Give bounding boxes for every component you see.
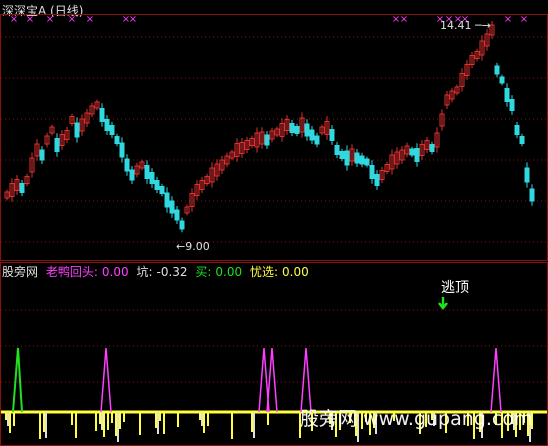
candle-body	[309, 129, 315, 141]
candle-body	[344, 150, 350, 166]
candle-body	[39, 149, 45, 161]
buy-spike	[12, 347, 23, 413]
candle-body	[169, 200, 175, 214]
candle-body	[494, 65, 500, 75]
candle-body	[529, 188, 535, 202]
candle-body	[19, 183, 25, 193]
candle-body	[369, 165, 375, 179]
arrow-down-icon	[438, 297, 448, 310]
candle-body	[339, 151, 345, 159]
candle-body	[504, 88, 510, 102]
candle-body	[99, 108, 105, 122]
signal-marker: ×	[10, 14, 18, 25]
candle-body	[149, 172, 155, 184]
escape-top-label: 逃顶	[441, 280, 469, 296]
candle-body	[429, 144, 435, 152]
signal-marker: ×	[46, 14, 54, 25]
duck-spike	[490, 347, 502, 413]
candlestick-chart[interactable]: × × × × × ×× × × × × ×× × ×	[0, 0, 548, 262]
candle-body	[409, 148, 415, 156]
price-panel[interactable]: 深深宝A (日线) × × × × × × × × × × × × × × × 14.41 ─→ ←9.00	[0, 0, 548, 262]
candle-body	[329, 129, 335, 141]
candle-body	[119, 142, 125, 158]
candle-body	[289, 123, 295, 133]
candle-body	[174, 209, 180, 221]
signal-marker: ×	[129, 14, 137, 25]
signal-marker: ×	[68, 14, 76, 25]
candle-body	[109, 125, 115, 135]
duck-spike	[100, 347, 112, 413]
candle-body	[74, 122, 80, 138]
candle-body	[354, 152, 360, 164]
candle-body	[334, 145, 340, 155]
candle-body	[114, 136, 120, 144]
candle-body	[179, 220, 185, 230]
candle-body	[364, 158, 370, 166]
signal-marker: ×	[400, 14, 408, 25]
candle-body	[154, 180, 160, 190]
candle-body	[129, 169, 135, 181]
candle-body	[524, 167, 530, 183]
candle-body	[104, 119, 110, 131]
candle-body	[159, 186, 165, 194]
candle-body	[499, 76, 505, 84]
signal-marker: ×	[520, 14, 528, 25]
candle-body	[144, 165, 150, 179]
duck-spike	[266, 347, 278, 413]
candle-body	[264, 134, 270, 146]
candle-body	[314, 135, 320, 145]
signal-marker: ×	[504, 14, 512, 25]
candle-body	[374, 174, 380, 186]
candle-body	[294, 126, 300, 134]
candle-body	[164, 192, 170, 208]
candle-body	[54, 138, 60, 152]
candle-body	[514, 125, 520, 135]
candle-body	[414, 148, 420, 162]
high-price-label: 14.41 ─→	[440, 19, 491, 32]
low-price-label: ←9.00	[176, 240, 210, 253]
watermark: 股旁网 www.gupang.com	[300, 408, 533, 430]
candle-body	[124, 158, 130, 172]
signal-marker: ×	[26, 14, 34, 25]
signal-marker: ×	[86, 14, 94, 25]
candle-body	[359, 155, 365, 165]
duck-spike	[300, 347, 312, 413]
candle-body	[304, 123, 310, 137]
candle-body	[509, 99, 515, 111]
candle-body	[519, 136, 525, 144]
